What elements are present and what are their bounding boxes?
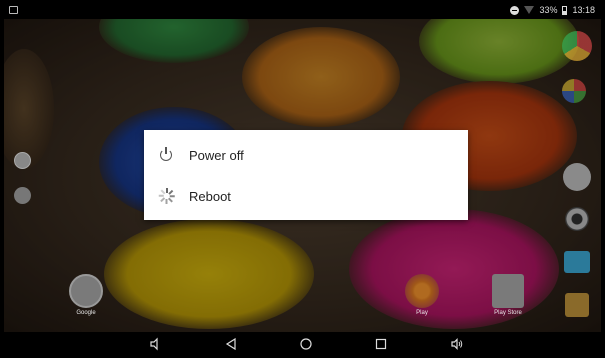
play-music-icon bbox=[405, 274, 439, 308]
do-not-disturb-icon bbox=[510, 5, 520, 15]
tablet-screen: 33% 13:18 Google Play Play Store Power o… bbox=[4, 2, 601, 356]
chrome-icon bbox=[562, 31, 592, 61]
play-store-icon bbox=[492, 274, 524, 308]
speaker-app[interactable] bbox=[565, 207, 589, 231]
pinwheel-icon bbox=[562, 79, 586, 103]
play-movies-icon bbox=[564, 251, 590, 273]
reboot-icon bbox=[158, 187, 176, 205]
power-menu-dialog: Power off Reboot bbox=[144, 130, 468, 220]
speaker-icon bbox=[565, 207, 589, 231]
settings-app[interactable] bbox=[565, 293, 589, 317]
play-music-app[interactable]: Play bbox=[402, 274, 442, 316]
volume-up-icon bbox=[451, 338, 463, 350]
home-button[interactable] bbox=[299, 337, 313, 351]
voice-search-widget[interactable] bbox=[14, 187, 31, 204]
battery-icon bbox=[562, 5, 568, 15]
play-store-app[interactable]: Play Store bbox=[484, 274, 532, 316]
play-store-label: Play Store bbox=[494, 310, 522, 316]
power-off-option[interactable]: Power off bbox=[144, 135, 468, 175]
google-g-icon bbox=[14, 152, 31, 169]
volume-down-icon bbox=[150, 337, 158, 351]
home-icon bbox=[300, 338, 312, 350]
reboot-option[interactable]: Reboot bbox=[144, 176, 468, 216]
google-app[interactable]: Google bbox=[66, 274, 106, 316]
all-apps-button[interactable] bbox=[563, 163, 591, 191]
photos-app[interactable] bbox=[562, 79, 586, 103]
status-bar: 33% 13:18 bbox=[4, 2, 601, 19]
play-movies-app[interactable] bbox=[564, 251, 590, 273]
battery-percentage: 33% bbox=[539, 5, 558, 15]
volume-up-button[interactable] bbox=[450, 337, 464, 351]
status-icons: 33% 13:18 bbox=[510, 5, 595, 15]
google-app-icon bbox=[69, 274, 103, 308]
navigation-bar bbox=[4, 332, 601, 356]
reboot-label: Reboot bbox=[189, 188, 231, 204]
recents-button[interactable] bbox=[374, 337, 388, 351]
wifi-icon bbox=[524, 6, 535, 14]
chrome-app[interactable] bbox=[562, 31, 592, 61]
power-off-label: Power off bbox=[189, 147, 244, 163]
settings-icon bbox=[565, 293, 589, 317]
app-drawer-icon bbox=[563, 163, 591, 191]
recents-icon bbox=[375, 338, 387, 350]
microphone-icon bbox=[14, 187, 31, 204]
power-icon bbox=[158, 146, 176, 164]
back-button[interactable] bbox=[224, 337, 238, 351]
back-icon bbox=[225, 337, 236, 351]
notification-icon bbox=[9, 6, 18, 14]
clock: 13:18 bbox=[572, 5, 595, 15]
play-music-label: Play bbox=[416, 310, 428, 316]
google-app-label: Google bbox=[76, 310, 96, 316]
google-search-widget[interactable] bbox=[14, 152, 31, 169]
volume-down-button[interactable] bbox=[148, 337, 162, 351]
